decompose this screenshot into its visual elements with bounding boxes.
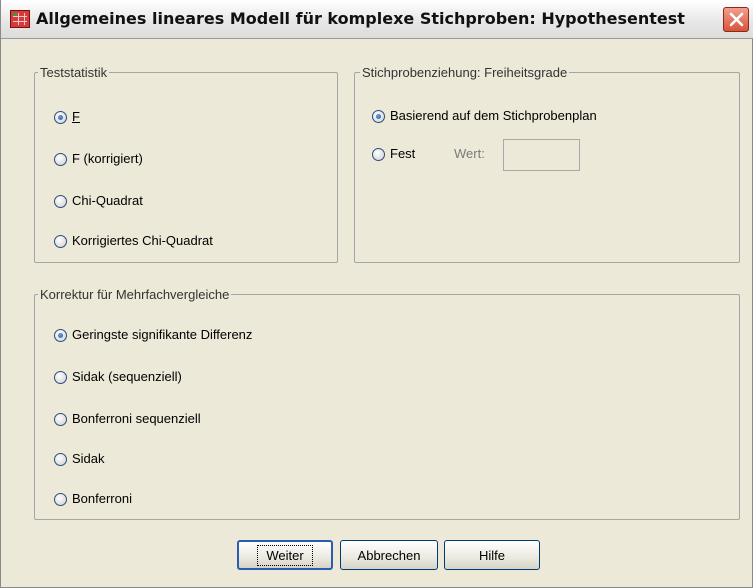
radio-button-icon bbox=[54, 370, 67, 384]
dialog-window: Allgemeines lineares Modell für komplexe… bbox=[0, 0, 753, 588]
radio-button-icon bbox=[372, 147, 385, 161]
close-icon bbox=[729, 12, 744, 27]
window-title: Allgemeines lineares Modell für komplexe… bbox=[36, 9, 685, 28]
radio-button-icon bbox=[54, 412, 67, 426]
radio-label: F (korrigiert) bbox=[72, 151, 143, 166]
radio-label: Bonferroni bbox=[72, 491, 132, 506]
radio-label: Bonferroni sequenziell bbox=[72, 411, 201, 426]
radio-label: Korrigiertes Chi-Quadrat bbox=[72, 233, 213, 248]
radio-chi-quadrat[interactable]: Chi-Quadrat bbox=[54, 193, 143, 209]
radio-button-icon bbox=[54, 492, 67, 506]
freiheitsgrade-legend: Stichprobenziehung: Freiheitsgrade bbox=[360, 65, 570, 80]
radio-button-icon bbox=[54, 152, 67, 166]
korrektur-legend: Korrektur für Mehrfachvergleiche bbox=[38, 287, 232, 302]
radio-f[interactable]: F bbox=[54, 109, 80, 125]
radio-f-korrigiert[interactable]: F (korrigiert) bbox=[54, 151, 143, 167]
abbrechen-button[interactable]: Abbrechen bbox=[340, 540, 438, 570]
radio-sidak[interactable]: Sidak bbox=[54, 451, 105, 467]
wert-label: Wert: bbox=[454, 146, 485, 161]
radio-geringste-signifikante-differenz[interactable]: Geringste signifikante Differenz bbox=[54, 327, 252, 343]
spss-table-icon bbox=[10, 10, 30, 28]
radio-fest[interactable]: Fest bbox=[372, 146, 415, 162]
radio-button-icon bbox=[54, 328, 67, 342]
radio-button-icon bbox=[54, 110, 67, 124]
radio-button-icon bbox=[54, 452, 67, 466]
teststatistik-legend: Teststatistik bbox=[38, 65, 110, 80]
wert-input[interactable] bbox=[503, 139, 580, 171]
radio-label: Geringste signifikante Differenz bbox=[72, 327, 253, 342]
radio-label: Basierend auf dem Stichprobenplan bbox=[390, 108, 597, 123]
abbrechen-label: Abbrechen bbox=[357, 547, 421, 563]
radio-button-icon bbox=[372, 109, 385, 123]
radio-bonferroni[interactable]: Bonferroni bbox=[54, 491, 132, 507]
hilfe-label: Hilfe bbox=[478, 547, 505, 563]
close-button[interactable] bbox=[723, 7, 749, 32]
radio-sidak-sequenziell[interactable]: Sidak (sequenziell) bbox=[54, 369, 182, 385]
radio-label: Chi-Quadrat bbox=[72, 193, 143, 208]
radio-label: Sidak bbox=[72, 451, 105, 466]
weiter-label: Weiter bbox=[257, 544, 313, 566]
radio-label: Fest bbox=[390, 146, 416, 161]
weiter-button[interactable]: Weiter bbox=[237, 540, 333, 570]
hilfe-button[interactable]: Hilfe bbox=[444, 540, 540, 570]
radio-bonferroni-sequenziell[interactable]: Bonferroni sequenziell bbox=[54, 411, 201, 427]
radio-label: F bbox=[72, 109, 80, 124]
radio-basierend-auf-stichprobenplan[interactable]: Basierend auf dem Stichprobenplan bbox=[372, 108, 597, 124]
radio-label: Sidak (sequenziell) bbox=[72, 369, 182, 384]
radio-button-icon bbox=[54, 234, 67, 248]
title-bar: Allgemeines lineares Modell für komplexe… bbox=[1, 0, 753, 39]
radio-korrigiertes-chi-quadrat[interactable]: Korrigiertes Chi-Quadrat bbox=[54, 233, 213, 249]
radio-button-icon bbox=[54, 194, 67, 208]
